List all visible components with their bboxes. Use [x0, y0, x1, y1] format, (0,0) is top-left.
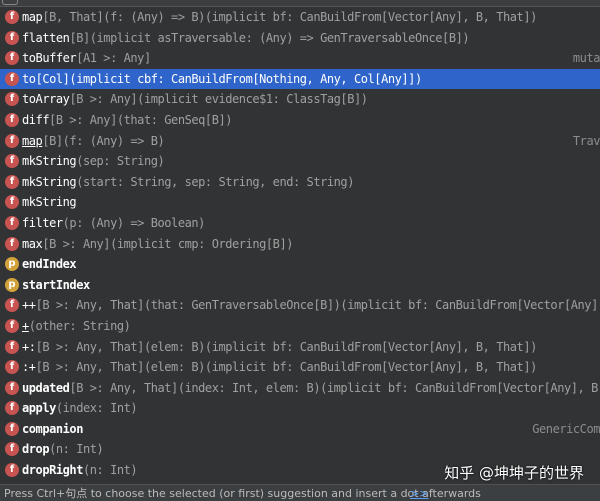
suggestion-item[interactable]: f companion GenericCom [0, 419, 600, 440]
suggestion-signature: [B >: Any](implicit cmp: Ordering[B]) [42, 236, 293, 251]
method-icon: f [5, 463, 19, 478]
suggestion-signature: (start: String, sep: String, end: String… [76, 174, 354, 189]
suggestion-signature: (n: Int) [82, 463, 138, 478]
method-icon: f [5, 318, 19, 333]
suggestion-name: startIndex [22, 277, 90, 292]
suggestion-item[interactable]: f +:[B >: Any, That](elem: B)(implicit b… [0, 337, 600, 358]
method-icon: f [5, 215, 19, 230]
suggestion-signature: [A1 >: Any] [76, 51, 151, 66]
suggestion-name: toArray [22, 92, 70, 107]
suggestion-item[interactable]: f toArray[B >: Any](implicit evidence$1:… [0, 89, 600, 110]
suggestion-type: GenericCom [532, 421, 600, 436]
suggestion-name: +: [22, 339, 36, 354]
method-icon: f [5, 10, 19, 24]
gutter-mark [2, 0, 18, 5]
suggestion-signature: [B, That](f: (Any) => B)(implicit bf: Ca… [42, 10, 537, 24]
suggestion-signature: (other: String) [28, 318, 131, 333]
suggestion-name: ++ [22, 298, 36, 313]
suggestion-name: diff [22, 112, 50, 127]
suggestion-item[interactable]: f mkString(sep: String) [0, 151, 600, 172]
suggestion-item[interactable]: p startIndex [0, 275, 600, 296]
suggestion-signature: [B >: Any, That](index: Int, elem: B)(im… [69, 380, 600, 395]
suggestion-item[interactable]: f :+[B >: Any, That](elem: B)(implicit b… [0, 357, 600, 378]
suggestion-signature: [B](f: (Any) => B) [42, 133, 165, 148]
suggestion-name: drop [22, 442, 50, 457]
suggestion-item[interactable]: f mkString [0, 192, 600, 213]
suggestion-item[interactable]: f max[B >: Any](implicit cmp: Ordering[B… [0, 234, 600, 255]
method-icon: f [5, 195, 19, 210]
method-icon: f [5, 421, 19, 436]
suggestion-name: flatten [22, 30, 70, 45]
method-icon: f [5, 51, 19, 66]
suggestion-type: muta [572, 51, 600, 66]
completion-hint-bar: Press Ctrl+句点 to choose the selected (or… [0, 484, 600, 501]
suggestion-name: companion [22, 421, 83, 436]
property-icon: p [5, 257, 19, 272]
method-icon: f [5, 174, 19, 189]
editor-strip [0, 0, 600, 7]
suggestion-item[interactable]: f flatten[B](implicit asTraversable: (An… [0, 28, 600, 49]
suggestion-name: + [22, 318, 29, 333]
suggestion-signature: [B](implicit asTraversable: (Any) => Gen… [69, 30, 470, 45]
suggestion-signature: [B >: Any, That](elem: B)(implicit bf: C… [35, 360, 538, 375]
suggestion-name: to [22, 71, 36, 86]
method-icon: f [5, 154, 19, 169]
method-icon: f [5, 442, 19, 457]
method-icon: f [5, 30, 19, 45]
suggestion-item[interactable]: f updated[B >: Any, That](index: Int, el… [0, 378, 600, 399]
method-icon: f [5, 92, 19, 107]
method-icon: f [5, 236, 19, 251]
method-icon: f [5, 339, 19, 354]
suggestion-item[interactable]: f drop(n: Int) [0, 439, 600, 460]
suggestion-signature: [B >: Any, That](elem: B)(implicit bf: C… [35, 339, 538, 354]
suggestion-signature: (p: (Any) => Boolean) [62, 215, 206, 230]
suggestion-name: endIndex [22, 257, 77, 272]
suggestion-item[interactable]: p endIndex [0, 254, 600, 275]
suggestion-name: mkString [22, 195, 77, 210]
suggestion-signature: [Col](implicit cbf: CanBuildFrom[Nothing… [35, 71, 423, 86]
watermark: 知乎 @坤坤子的世界 [444, 464, 584, 482]
method-icon: f [5, 298, 19, 313]
suggestion-list: f map[B, That](f: (Any) => B)(implicit b… [0, 7, 600, 481]
suggestion-name: dropRight [22, 463, 83, 478]
suggestion-item[interactable]: f ++[B >: Any, That](that: GenTraversabl… [0, 295, 600, 316]
suggestion-signature: [B >: Any, That](that: GenTraversableOnc… [35, 298, 600, 313]
property-icon: p [5, 277, 19, 292]
method-icon: f [5, 112, 19, 127]
suggestion-name: max [22, 236, 43, 251]
suggestion-item-selected[interactable]: f to[Col](implicit cbf: CanBuildFrom[Not… [0, 68, 600, 90]
suggestion-item[interactable]: f toBuffer[A1 >: Any] muta [0, 48, 600, 69]
suggestion-item[interactable]: f diff[B >: Any](that: GenSeq[B]) [0, 110, 600, 131]
suggestion-name: updated [22, 380, 70, 395]
suggestion-signature: (n: Int) [49, 442, 104, 457]
suggestion-item[interactable]: f map[B](f: (Any) => B) Trav [0, 131, 600, 152]
suggestion-name: map [22, 10, 43, 24]
suggestion-type: Trav [572, 133, 600, 148]
suggestion-name: :+ [22, 360, 36, 375]
suggestion-signature: [B >: Any](implicit evidence$1: ClassTag… [69, 92, 368, 107]
suggestion-signature: [B >: Any](that: GenSeq[B]) [49, 112, 233, 127]
suggestion-signature: (sep: String) [76, 154, 165, 169]
suggestion-signature: (index: Int) [55, 401, 138, 416]
method-icon: f [5, 360, 19, 375]
more-link[interactable]: >> [410, 485, 428, 501]
suggestion-item[interactable]: f +(other: String) [0, 316, 600, 337]
method-icon: f [5, 133, 19, 148]
suggestion-item[interactable]: f mkString(start: String, sep: String, e… [0, 172, 600, 193]
method-icon: f [5, 71, 19, 86]
suggestion-name: filter [22, 215, 63, 230]
suggestion-item[interactable]: f filter(p: (Any) => Boolean) [0, 213, 600, 234]
suggestion-name: apply [22, 401, 56, 416]
method-icon: f [5, 401, 19, 416]
method-icon: f [5, 380, 19, 395]
completion-popup: f map[B, That](f: (Any) => B)(implicit b… [0, 0, 600, 501]
suggestion-name: toBuffer [22, 51, 77, 66]
suggestion-name: mkString [22, 174, 77, 189]
suggestion-item[interactable]: f map[B, That](f: (Any) => B)(implicit b… [0, 7, 600, 28]
suggestion-name: mkString [22, 154, 77, 169]
suggestion-item[interactable]: f apply(index: Int) [0, 398, 600, 419]
suggestion-name: map [22, 133, 43, 148]
